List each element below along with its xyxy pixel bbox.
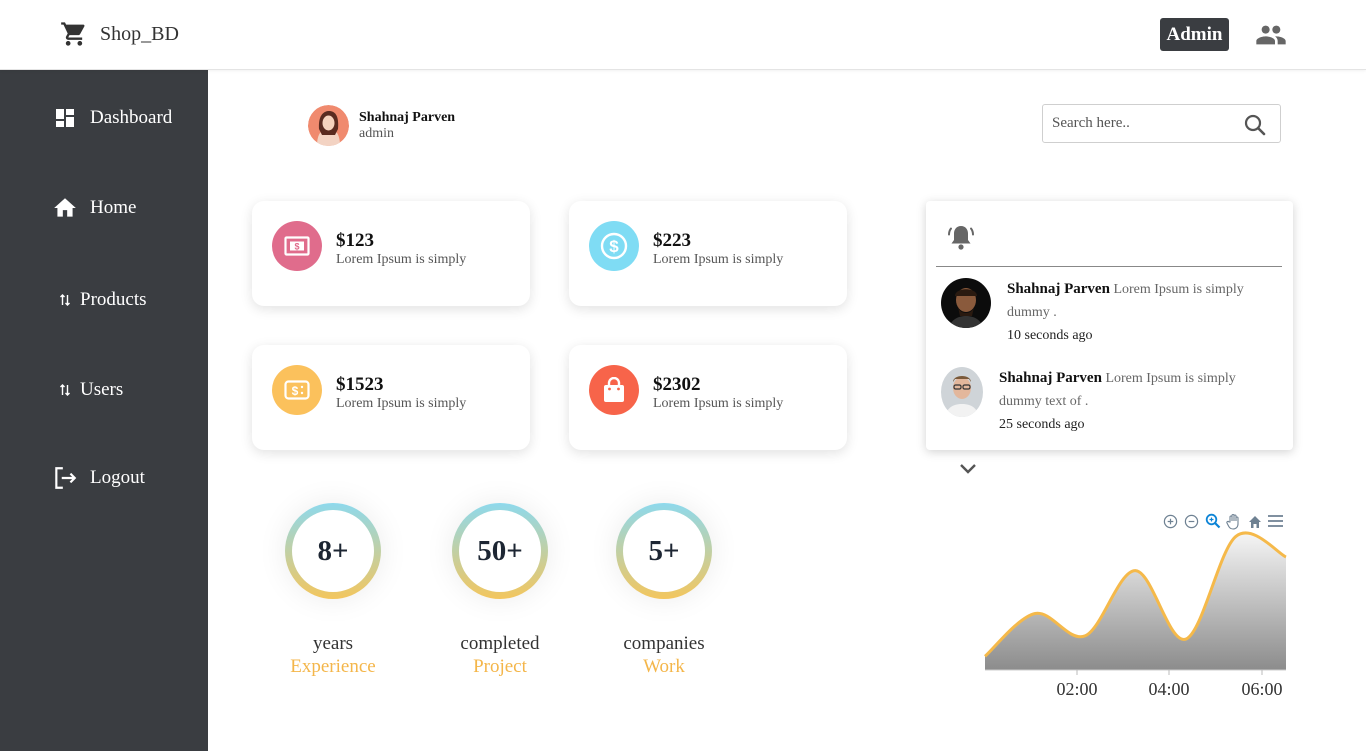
counter-projects: 50+ completed Project [430, 503, 570, 679]
dollar-coin-icon: $ [589, 221, 639, 271]
sidebar-item-label: Home [90, 197, 137, 218]
stat-value: $223 [653, 230, 691, 251]
profile[interactable]: Shahnaj Parven admin [308, 105, 455, 146]
counter-ring: 8+ [285, 503, 381, 599]
stat-desc: Lorem Ipsum is simply [653, 252, 784, 267]
counter-value: 5+ [623, 510, 705, 592]
cart-icon [61, 22, 85, 46]
stat-desc: Lorem Ipsum is simply [336, 396, 467, 411]
home-icon [52, 195, 78, 221]
brand[interactable]: Shop_BD [60, 20, 179, 48]
svg-text:$: $ [609, 237, 619, 256]
counter-value: 8+ [292, 510, 374, 592]
counter-sub: Experience [290, 656, 376, 677]
stat-value: $123 [336, 230, 374, 251]
sidebar-item-products[interactable]: Products [52, 287, 147, 313]
chevron-down-icon[interactable] [958, 462, 978, 476]
sidebar-item-label: Logout [90, 467, 145, 488]
dashboard-icon [52, 105, 78, 131]
x-tick-label: 02:00 [1056, 679, 1097, 699]
top-bar: Shop_BD Admin [0, 0, 1366, 70]
search-box [1042, 104, 1281, 143]
counter-sub: Project [473, 656, 527, 677]
area-fill [985, 532, 1286, 670]
svg-text:$: $ [292, 384, 299, 398]
sort-arrows-icon [58, 287, 72, 313]
search-input[interactable] [1052, 115, 1232, 132]
sidebar-item-home[interactable]: Home [52, 195, 136, 221]
sidebar-item-logout[interactable]: Logout [52, 465, 145, 491]
profile-name: Shahnaj Parven [359, 109, 456, 125]
stat-card[interactable]: $ $123 Lorem Ipsum is simply [252, 201, 530, 306]
notification-item[interactable]: Shahnaj Parven Lorem Ipsum is simply dum… [941, 367, 1269, 436]
logout-icon [52, 465, 78, 491]
x-tick-label: 06:00 [1241, 679, 1282, 699]
sidebar: Dashboard Home Products Users Logout [0, 70, 208, 751]
notification-name: Shahnaj Parven [1007, 281, 1110, 297]
sidebar-item-label: Dashboard [90, 107, 173, 128]
svg-text:$: $ [294, 242, 299, 252]
stat-card[interactable]: $ $1523 Lorem Ipsum is simply [252, 345, 530, 450]
counter-ring: 5+ [616, 503, 712, 599]
search-icon[interactable] [1243, 113, 1267, 137]
profile-role: admin [359, 125, 394, 141]
counter-ring: 50+ [452, 503, 548, 599]
x-tick-label: 04:00 [1148, 679, 1189, 699]
area-chart: 02:00 04:00 06:00 [983, 531, 1287, 699]
notification-name: Shahnaj Parven [999, 370, 1102, 386]
people-icon[interactable] [1255, 22, 1287, 48]
sidebar-item-label: Users [80, 379, 124, 400]
admin-button[interactable]: Admin [1160, 18, 1229, 51]
sort-arrows-icon [58, 377, 72, 403]
stat-card[interactable]: $2302 Lorem Ipsum is simply [569, 345, 847, 450]
avatar [941, 278, 991, 328]
counter-companies: 5+ companies Work [594, 503, 734, 679]
sidebar-item-label: Products [80, 289, 147, 310]
cash-icon: $ [272, 365, 322, 415]
shopping-bag-icon [589, 365, 639, 415]
bell-icon[interactable] [948, 223, 974, 251]
notification-item[interactable]: Shahnaj Parven Lorem Ipsum is simply dum… [941, 278, 1277, 347]
counter-value: 50+ [459, 510, 541, 592]
counter-years: 8+ years Experience [263, 503, 403, 679]
divider [936, 266, 1282, 267]
brand-name: Shop_BD [100, 22, 179, 45]
notification-panel: Shahnaj Parven Lorem Ipsum is simply dum… [926, 201, 1293, 450]
stat-card[interactable]: $ $223 Lorem Ipsum is simply [569, 201, 847, 306]
money-icon: $ [272, 221, 322, 271]
sidebar-item-dashboard[interactable]: Dashboard [52, 105, 172, 131]
notification-time: 25 seconds ago [999, 417, 1085, 432]
avatar [308, 105, 349, 146]
counter-sub: Work [643, 656, 685, 677]
counter-label: companies [623, 633, 705, 654]
stat-desc: Lorem Ipsum is simply [336, 252, 467, 267]
notification-time: 10 seconds ago [1007, 328, 1093, 343]
stat-value: $2302 [653, 374, 701, 395]
sidebar-item-users[interactable]: Users [52, 377, 123, 403]
stat-value: $1523 [336, 374, 384, 395]
stat-desc: Lorem Ipsum is simply [653, 396, 784, 411]
avatar [941, 367, 983, 417]
counter-label: years [312, 633, 354, 654]
counter-label: completed [460, 633, 540, 654]
